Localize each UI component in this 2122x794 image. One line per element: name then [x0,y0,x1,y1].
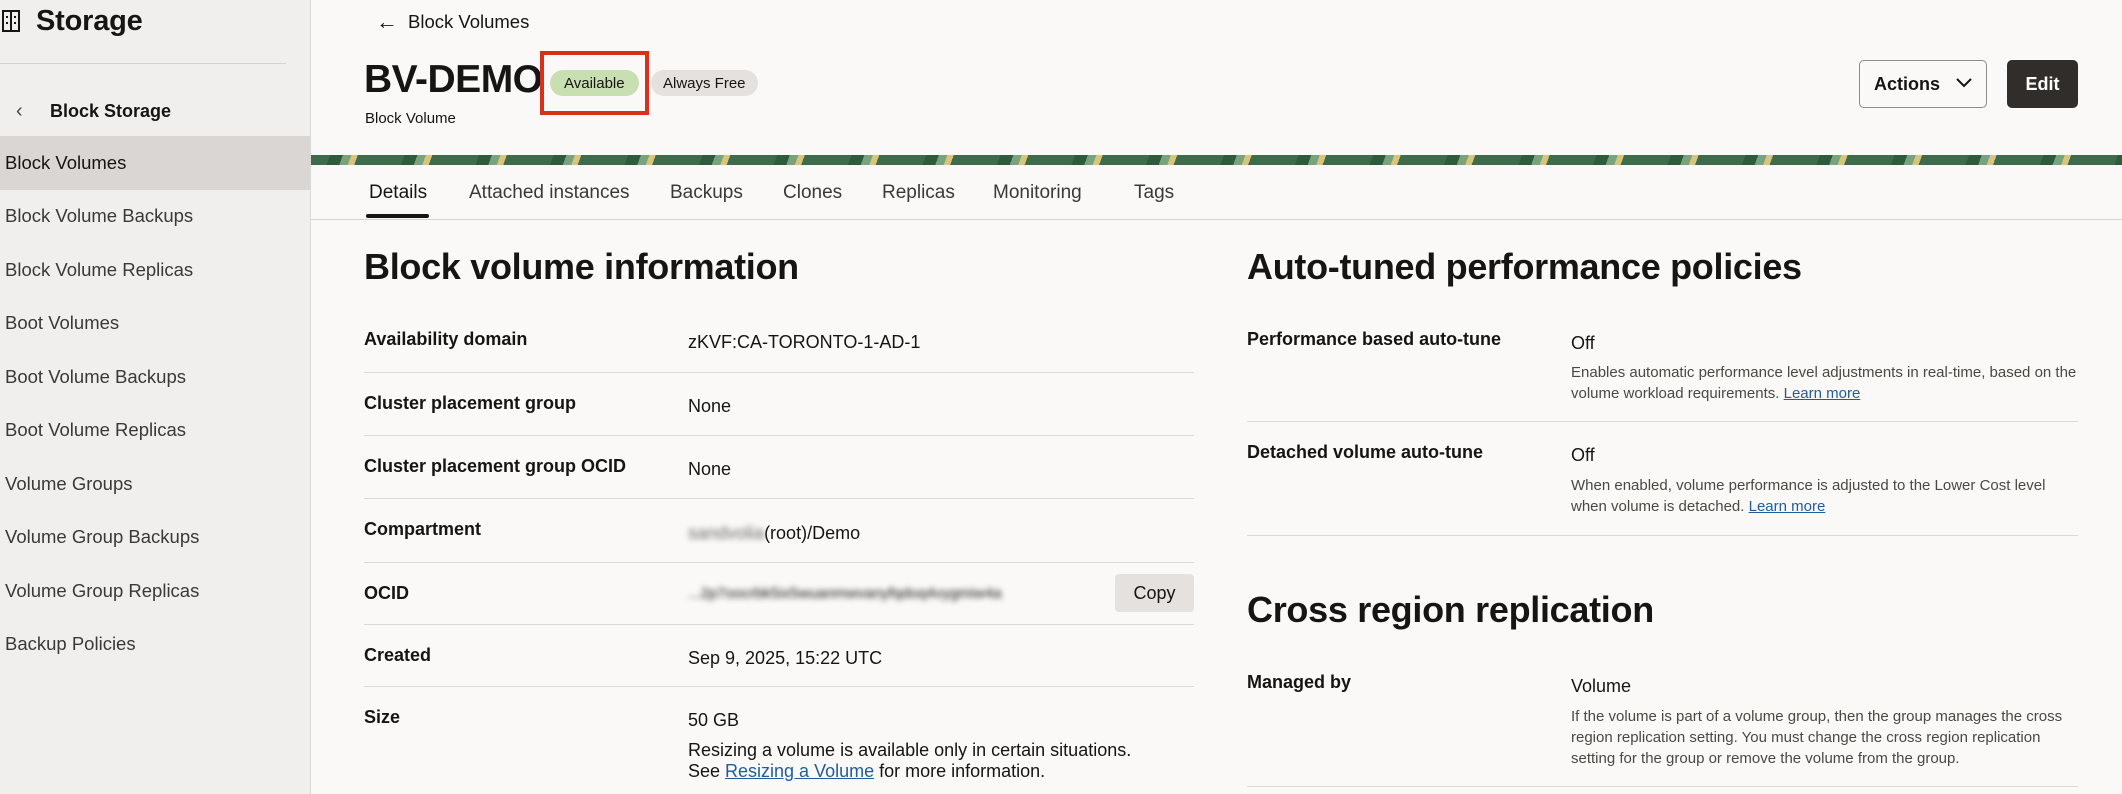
sidebar-item-volume-group-replicas[interactable]: Volume Group Replicas [0,564,311,618]
highlight-annotation [540,51,649,115]
page-subtitle: Block Volume [365,110,456,127]
actions-button[interactable]: Actions [1859,60,1987,108]
tab-backups[interactable]: Backups [670,166,743,220]
info-row-cluster-placement-group-ocid: Cluster placement group OCID None [364,436,1194,499]
chevron-left-icon: ‹ [16,99,23,122]
info-value: 50 GB [688,710,740,730]
size-note-line-2: See Resizing a Volume for more informati… [688,761,1168,782]
actions-label: Actions [1873,73,1940,94]
sidebar-divider [0,63,286,64]
sidebar-item-block-volume-backups[interactable]: Block Volume Backups [0,190,311,244]
auto-tune-key: Performance based auto-tune [1247,329,1502,349]
auto-tune-value: Off [1571,445,1595,465]
replication-title: Cross region replication [1247,589,1654,630]
info-value: Sep 9, 2025, 15:22 UTC [688,648,883,668]
auto-tune-description: When enabled, volume performance is adju… [1571,475,2081,517]
ocid-value: ...2p7oocrbk5ix5wuanmwvanyfqdoq4vygmiw4a [688,585,1002,602]
info-row-cluster-placement-group: Cluster placement group None [364,373,1194,436]
replication-key: Managed by [1247,672,1352,692]
edit-button[interactable]: Edit [2007,60,2078,108]
sidebar-header: Storage [0,0,310,42]
size-note-prefix: See [688,761,726,781]
sidebar-title: Storage [36,4,143,37]
sidebar-nav: Block Volumes Block Volume Backups Block… [0,136,311,671]
sidebar-item-boot-volumes[interactable]: Boot Volumes [0,297,311,351]
resizing-volume-link[interactable]: Resizing a Volume [725,761,874,781]
tier-badge: Always Free [651,70,758,96]
learn-more-link[interactable]: Learn more [1784,385,1861,402]
learn-more-link[interactable]: Learn more [1749,498,1826,515]
replication-description: If the volume is part of a volume group,… [1571,708,2063,767]
replication-value: Volume [1571,676,1632,696]
auto-tune-description: Enables automatic performance level adju… [1571,362,2081,404]
auto-tune-key: Detached volume auto-tune [1247,442,1484,462]
size-note-suffix: for more information. [874,761,1046,781]
info-row-compartment: Compartment sandvolia(root)/Demo [364,499,1194,563]
breadcrumb-label: Block Volumes [408,11,530,32]
tab-clones[interactable]: Clones [783,166,842,220]
auto-tune-row-performance: Performance based auto-tune Off Enables … [1247,312,2078,422]
sidebar-back-link[interactable]: ‹ Block Storage [0,95,311,127]
sidebar-item-block-volume-replicas[interactable]: Block Volume Replicas [0,243,311,297]
sidebar-item-block-volumes[interactable]: Block Volumes [0,136,311,190]
copy-ocid-button[interactable]: Copy [1115,574,1194,612]
auto-tune-title: Auto-tuned performance policies [1247,246,1802,287]
info-key: Compartment [364,519,482,539]
tab-tags[interactable]: Tags [1134,166,1174,220]
size-note-line-1: Resizing a volume is available only in c… [688,740,1132,760]
tab-bar: Details Attached instances Backups Clone… [311,166,2122,220]
sidebar-back-label: Block Storage [50,100,172,121]
info-key: Created [364,645,432,665]
sidebar-item-boot-volume-replicas[interactable]: Boot Volume Replicas [0,404,311,458]
arrow-left-icon: ← [376,9,398,34]
chevron-down-icon [1956,75,1972,93]
compartment-value[interactable]: sandvolia(root)/Demo [688,523,860,544]
block-info-title: Block volume information [364,246,799,287]
sidebar: Storage ‹ Block Storage Block Volumes Bl… [0,0,311,794]
tab-monitoring[interactable]: Monitoring [993,166,1082,220]
info-value: None [688,396,732,416]
info-row-created: Created Sep 9, 2025, 15:22 UTC [364,625,1194,687]
compartment-path: (root)/Demo [764,523,861,543]
storage-icon [0,9,22,33]
page-title: BV-DEMO [364,58,543,101]
info-key: Size [364,707,401,727]
compartment-tenancy-blurred: sandvolia [688,523,765,543]
info-value: zKVF:CA-TORONTO-1-AD-1 [688,332,921,352]
sidebar-item-boot-volume-backups[interactable]: Boot Volume Backups [0,350,311,404]
info-key: Cluster placement group [364,393,577,413]
auto-tune-value: Off [1571,333,1595,353]
info-key: Availability domain [364,329,528,349]
info-key: Cluster placement group OCID [364,456,627,476]
info-row-size: Size 50 GB Resizing a volume is availabl… [364,687,1194,794]
auto-tune-row-detached: Detached volume auto-tune Off When enabl… [1247,422,2078,536]
sidebar-item-volume-group-backups[interactable]: Volume Group Backups [0,511,311,565]
tab-replicas[interactable]: Replicas [882,166,955,220]
tab-attached-instances[interactable]: Attached instances [469,166,630,220]
active-tab-indicator [366,214,429,218]
info-key: OCID [364,583,409,603]
decorative-banner [311,155,2122,165]
sidebar-item-backup-policies[interactable]: Backup Policies [0,618,311,672]
info-row-ocid: OCID ...2p7oocrbk5ix5wuanmwvanyfqdoq4vyg… [364,563,1194,625]
tab-details[interactable]: Details [369,166,427,220]
breadcrumb-back-link[interactable]: ← Block Volumes [376,8,529,36]
sidebar-item-volume-groups[interactable]: Volume Groups [0,457,311,511]
replication-row-managed-by: Managed by Volume If the volume is part … [1247,655,2078,787]
info-value: None [688,459,732,479]
info-row-availability-domain: Availability domain zKVF:CA-TORONTO-1-AD… [364,312,1194,373]
size-note: Resizing a volume is available only in c… [688,740,1168,782]
